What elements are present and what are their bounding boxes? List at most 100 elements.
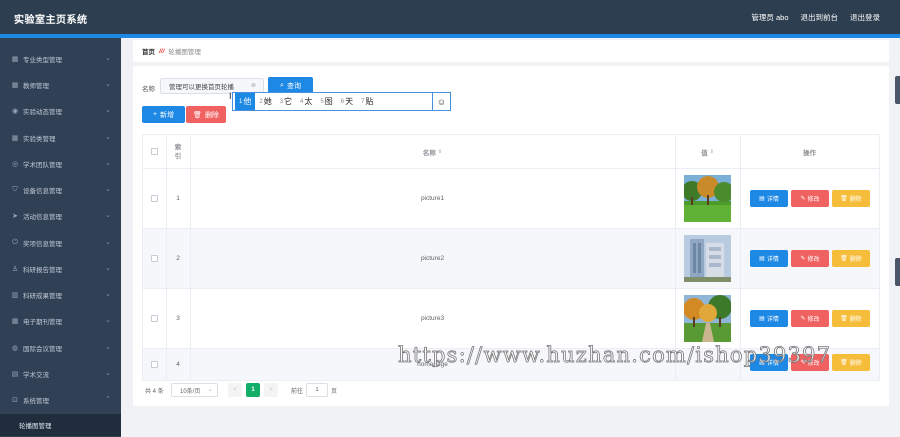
doc-icon: ▤ [759,316,765,322]
sort-icon[interactable]: ⇕ [710,149,714,155]
chevron-down-icon: ⌄ [105,239,111,246]
sidebar-item-exchange[interactable]: ▤ 学术交流 ⌄ [0,361,121,387]
compass-icon: ◎ [11,161,19,168]
sidebar-item-lab-news[interactable]: ◉ 实验动态管理 ⌄ [0,98,121,124]
sidebar-item-equipment[interactable]: ⛉ 设备信息管理 ⌄ [0,177,121,203]
sidebar-item-teacher[interactable]: ▦ 教师管理 ⌄ [0,72,121,98]
trash-icon: 🗑 [840,256,848,262]
batch-delete-button[interactable]: 🗑 删除 [186,106,226,123]
sidebar-item-activity[interactable]: ➤ 活动信息管理 ⌄ [0,203,121,229]
sidebar-item-label: 系统管理 [23,398,49,405]
globe-icon: ◍ [11,345,19,352]
row-checkbox[interactable] [151,315,158,322]
ime-candidate[interactable]: 2她 [255,93,275,110]
sidebar-item-award[interactable]: ⏻ 奖项信息管理 ⌄ [0,230,121,256]
chevron-down-icon: ⌄ [105,160,111,167]
row-thumbnail [675,289,740,348]
trash-icon: 🗑 [840,316,848,322]
row-index: 4 [176,361,180,368]
page-size-select[interactable]: 10条/页 ⌄ [171,383,218,397]
ime-candidate[interactable]: 1他 [235,93,256,110]
query-button-label: 查询 [286,82,301,90]
power-icon: ⏻ [12,239,18,246]
sidebar-item-e-journal[interactable]: ▦ 电子期刊管理 ⌄ [0,308,121,334]
edit-button[interactable]: ✎ 修改 [791,310,829,327]
sidebar-item-system[interactable]: ⊡ 系统管理 ⌃ [0,387,121,413]
sidebar-subitem-carousel[interactable]: 轮播图管理 [0,414,121,436]
search-label: 名称 [142,86,155,93]
prev-page-button[interactable]: < [228,383,242,397]
delete-button[interactable]: 🗑 删除 [832,250,870,267]
search-icon: ⌕ [280,81,284,89]
row-name: picture3 [420,315,445,322]
row-thumbnail [675,169,740,228]
sidebar-item-conference[interactable]: ◍ 国际会议管理 ⌄ [0,335,121,361]
row-index: 1 [176,195,180,202]
select-all-checkbox[interactable] [151,148,158,155]
pencil-icon: ✎ [800,316,806,322]
chevron-down-icon: ⌄ [105,55,111,62]
row-thumbnail [675,229,740,288]
ime-candidate[interactable]: 5图 [316,93,336,110]
ime-candidate[interactable]: 4太 [296,93,316,110]
row-ops: ▤ 详情 ✎ 修改 🗑 删除 [740,289,879,348]
sidebar-item-lab-type[interactable]: ▦ 实验类管理 ⌄ [0,125,121,151]
row-ops: ▤ 详情 ✎ 修改 🗑 删除 [740,229,879,288]
sidebar-item-major-type[interactable]: ▦ 专业类型管理 ⌄ [0,46,121,72]
delete-button[interactable]: 🗑 删除 [832,190,870,207]
sort-icon[interactable]: ⇕ [438,149,442,155]
sidebar-item-research-result[interactable]: ▥ 科研成果管理 ⌄ [0,282,121,308]
grid-icon: ▦ [11,56,19,63]
goto-page-input[interactable] [306,383,328,397]
detail-button[interactable]: ▤ 详情 [750,250,788,267]
trash-icon: 🗑 [840,360,848,366]
sidebar-item-research-report[interactable]: ♙ 科研报告管理 ⌄ [0,256,121,282]
chevron-down-icon: ⌄ [105,81,111,88]
sidebar-item-label: 电子期刊管理 [23,319,62,326]
breadcrumb-separator: /// [159,47,165,55]
header-accent-bar [0,34,900,38]
delete-button[interactable]: 🗑 删除 [832,310,870,327]
breadcrumb-home[interactable]: 首页 [142,46,155,56]
ime-candidate[interactable]: 7贴 [357,93,377,110]
clear-icon[interactable]: ⊗ [251,82,256,89]
sidebar: ▦ 专业类型管理 ⌄ ▦ 教师管理 ⌄ ◉ 实验动态管理 ⌄ ▦ 实验类管理 ⌄… [0,38,121,437]
logout-link[interactable]: 退出登录 [850,12,880,23]
row-index: 3 [176,315,180,322]
edit-button[interactable]: ✎ 修改 [791,190,829,207]
detail-button[interactable]: ▤ 详情 [750,190,788,207]
row-checkbox[interactable] [151,255,158,262]
row-checkbox[interactable] [151,361,158,368]
chevron-down-icon: ⌄ [105,212,111,219]
edit-button[interactable]: ✎ 修改 [791,250,829,267]
pagination-total: 共 4 条 [145,388,164,395]
sidebar-item-label: 专业类型管理 [23,57,62,64]
back-to-front-link[interactable]: 退出到前台 [801,12,839,23]
pencil-icon: ✎ [800,196,806,202]
detail-button[interactable]: ▤ 详情 [750,310,788,327]
row-checkbox[interactable] [151,195,158,202]
ime-candidate[interactable]: 3它 [276,93,296,110]
sidebar-item-label: 活动信息管理 [23,214,62,221]
next-page-button[interactable]: > [264,383,278,397]
lock-icon: ⊡ [12,397,18,404]
delete-button[interactable]: 🗑 删除 [832,354,870,371]
header-value[interactable]: 值 ⇕ [675,135,740,168]
park-trees-image [684,175,731,222]
edge-tab[interactable] [895,76,900,104]
ime-candidate[interactable]: 6天 [337,93,357,110]
page-number-1[interactable]: 1 [246,383,260,397]
add-button[interactable]: + 新增 [142,106,185,123]
pencil-icon: ✎ [800,256,806,262]
chevron-down-icon: ⌄ [105,291,111,298]
emoji-icon[interactable]: ☺ [432,93,450,110]
grid-icon: ▦ [11,318,19,325]
edge-tab[interactable] [895,258,900,286]
sidebar-item-academic-team[interactable]: ◎ 学术团队管理 ⌄ [0,151,121,177]
watermark: https://www.huzhan.com/ishop39397 [398,343,832,368]
chevron-up-icon: ⌃ [105,396,111,403]
row-index: 2 [176,255,180,262]
building-image [684,235,731,282]
sidebar-item-label: 奖项信息管理 [23,241,62,248]
header-name[interactable]: 名称 ⇕ [190,135,675,168]
